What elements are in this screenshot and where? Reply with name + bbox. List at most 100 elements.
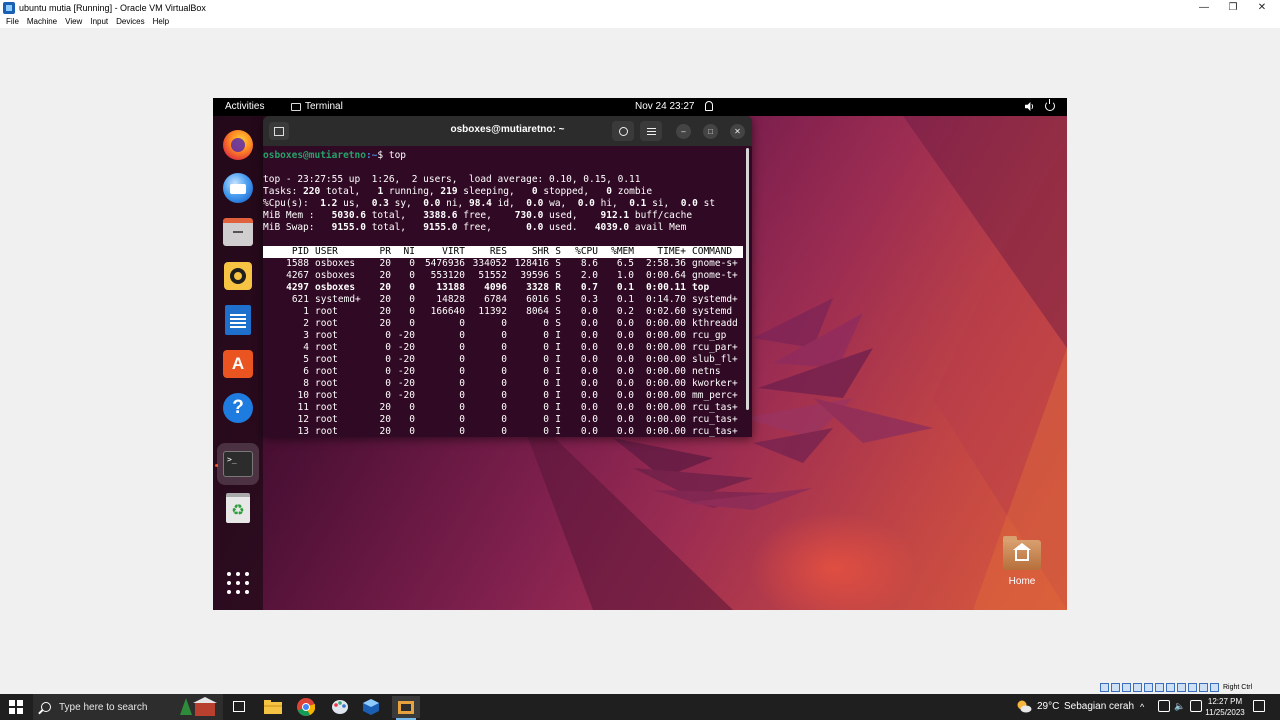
network-icon[interactable] bbox=[1133, 682, 1142, 692]
weather-partly-cloudy-icon[interactable] bbox=[1016, 699, 1032, 713]
dock-item-firefox[interactable] bbox=[221, 128, 255, 162]
terminal-maximize-button[interactable]: □ bbox=[703, 124, 718, 139]
rhythmbox-icon bbox=[224, 262, 252, 290]
weather-description[interactable]: Sebagian cerah bbox=[1064, 701, 1134, 712]
cell-mem: 0.1 bbox=[616, 282, 634, 293]
desktop-home-folder[interactable] bbox=[1003, 536, 1041, 570]
cell-ni: 0 bbox=[409, 318, 415, 329]
windows-start-icon[interactable] bbox=[9, 700, 23, 714]
topbar-app-menu[interactable]: Terminal bbox=[291, 101, 343, 112]
guest-screen[interactable]: Activities Terminal Nov 24 23:27 A ? >_ … bbox=[213, 98, 1067, 610]
cell-time: 0:00.00 bbox=[645, 366, 686, 377]
maximize-button[interactable]: ❐ bbox=[1218, 0, 1248, 15]
task-view-icon[interactable] bbox=[233, 701, 245, 712]
dock-item-trash[interactable]: ♻ bbox=[221, 491, 255, 525]
cell-state: I bbox=[555, 354, 561, 365]
cell-res: 0 bbox=[501, 402, 507, 413]
menu-file[interactable]: File bbox=[6, 17, 19, 26]
tray-overflow-chevron-icon[interactable]: ^ bbox=[1140, 702, 1144, 712]
table-row: 8 root 0 -20 0 0 0 I 0.0 0.0 0:00.00 kworker+ bbox=[263, 378, 743, 390]
activities-button[interactable]: Activities bbox=[225, 101, 264, 112]
cell-state: S bbox=[555, 258, 561, 269]
tasks-zombie: 0 bbox=[606, 186, 613, 197]
col-mem: %MEM bbox=[611, 246, 634, 257]
ubuntu-vm-taskbar-icon[interactable] bbox=[392, 696, 420, 718]
virtualbox-taskbar-icon[interactable] bbox=[360, 696, 382, 718]
cell-res: 0 bbox=[501, 378, 507, 389]
dock-item-software[interactable]: A bbox=[221, 347, 255, 381]
network-icon[interactable] bbox=[1158, 700, 1170, 712]
table-row: 13 root 20 0 0 0 0 I 0.0 0.0 0:00.00 rcu_tas+ bbox=[263, 426, 743, 437]
cell-command: top bbox=[692, 282, 710, 293]
terminal-search-button[interactable] bbox=[612, 121, 634, 141]
cell-virt: 553120 bbox=[430, 270, 465, 281]
terminal-output[interactable]: osboxes@mutiaretno:~$ top top - 23:27:55… bbox=[263, 146, 746, 437]
menu-input[interactable]: Input bbox=[90, 17, 108, 26]
cell-command: systemd+ bbox=[692, 294, 738, 305]
col-virt: VIRT bbox=[442, 246, 465, 257]
cell-ni: -20 bbox=[397, 378, 415, 389]
cell-mem: 0.0 bbox=[616, 318, 634, 329]
cell-shr: 0 bbox=[543, 390, 549, 401]
table-row: 1588 osboxes 20 0 5476936 334052 128416 S 8.6 6.5… bbox=[263, 258, 743, 270]
show-applications-button[interactable] bbox=[221, 566, 255, 600]
prompt-user: osboxes@mutiaretno bbox=[263, 150, 366, 161]
cell-cpu: 0.0 bbox=[580, 342, 598, 353]
mouse-integration-icon[interactable] bbox=[1199, 682, 1208, 692]
cell-command: systemd bbox=[692, 306, 733, 317]
terminal-menu-button[interactable] bbox=[640, 121, 662, 141]
cell-cpu: 8.6 bbox=[580, 258, 598, 269]
cpu-icon[interactable] bbox=[1188, 682, 1197, 692]
tasks-label: Tasks: bbox=[263, 186, 298, 197]
cell-state: I bbox=[555, 390, 561, 401]
terminal-window[interactable]: osboxes@mutiaretno: ~ – □ ✕ osboxes@muti… bbox=[263, 116, 752, 437]
terminal-close-button[interactable]: ✕ bbox=[730, 124, 745, 139]
table-row: 2 root 20 0 0 0 0 S 0.0 0.0 0:00.00 kthreadd bbox=[263, 318, 743, 330]
cell-time: 0:14.70 bbox=[645, 294, 686, 305]
speaker-icon[interactable]: 🔈 bbox=[1174, 701, 1185, 712]
dock-item-files[interactable] bbox=[221, 215, 255, 249]
terminal-headerbar[interactable]: osboxes@mutiaretno: ~ – □ ✕ bbox=[263, 116, 752, 146]
usb-icon[interactable] bbox=[1144, 682, 1153, 692]
col-time: TIME+ bbox=[657, 246, 686, 257]
close-button[interactable]: ✕ bbox=[1247, 0, 1277, 15]
cell-shr: 8064 bbox=[526, 306, 549, 317]
chrome-icon[interactable] bbox=[295, 696, 317, 718]
volume-icon[interactable] bbox=[1025, 102, 1034, 111]
menu-machine[interactable]: Machine bbox=[27, 17, 57, 26]
clock[interactable]: Nov 24 23:27 bbox=[635, 101, 695, 112]
cell-mem: 6.5 bbox=[616, 258, 634, 269]
audio-icon[interactable] bbox=[1122, 682, 1131, 692]
minimize-button[interactable]: — bbox=[1189, 0, 1219, 15]
dock-item-thunderbird[interactable] bbox=[221, 171, 255, 205]
weather-temperature[interactable]: 29°C bbox=[1037, 701, 1059, 712]
dock-item-writer[interactable] bbox=[221, 303, 255, 337]
keyboard-icon[interactable] bbox=[1210, 682, 1219, 692]
cell-state: I bbox=[555, 330, 561, 341]
cell-mem: 0.0 bbox=[616, 342, 634, 353]
file-explorer-icon[interactable] bbox=[262, 696, 284, 718]
dock-item-terminal[interactable]: >_ bbox=[217, 443, 259, 485]
cell-cpu: 0.7 bbox=[580, 282, 598, 293]
menu-help[interactable]: Help bbox=[153, 17, 169, 26]
display-icon[interactable] bbox=[1166, 682, 1175, 692]
taskbar-clock[interactable]: 12:27 PM 11/25/2023 bbox=[1199, 696, 1251, 718]
cell-pr: 0 bbox=[385, 378, 391, 389]
notification-icon[interactable] bbox=[1253, 700, 1265, 712]
shared-folder-icon[interactable] bbox=[1155, 682, 1164, 692]
menu-view[interactable]: View bbox=[65, 17, 82, 26]
cell-user: osboxes bbox=[315, 282, 356, 293]
cell-time: 0:00.00 bbox=[645, 378, 686, 389]
paint-icon[interactable] bbox=[329, 696, 351, 718]
power-icon[interactable] bbox=[1045, 99, 1055, 111]
cpu-wa: 0.0 bbox=[526, 198, 544, 209]
terminal-minimize-button[interactable]: – bbox=[676, 124, 691, 139]
menu-devices[interactable]: Devices bbox=[116, 17, 144, 26]
terminal-scrollbar[interactable] bbox=[746, 148, 749, 410]
cell-virt: 0 bbox=[459, 318, 465, 329]
dock-item-rhythmbox[interactable] bbox=[221, 259, 255, 293]
hdd-icon[interactable] bbox=[1100, 682, 1109, 692]
recording-icon[interactable] bbox=[1177, 682, 1186, 692]
dock-item-help[interactable]: ? bbox=[221, 391, 255, 425]
optical-drive-icon[interactable] bbox=[1111, 682, 1120, 692]
